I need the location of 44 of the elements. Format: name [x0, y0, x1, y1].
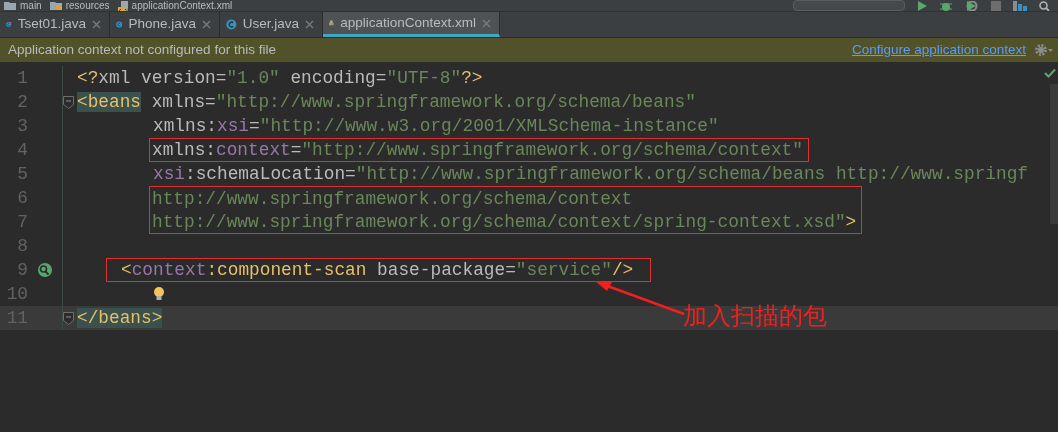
stop-icon[interactable]	[991, 0, 1001, 11]
line-number: 3	[16, 115, 28, 138]
callout-text: 加入扫描的包	[683, 301, 827, 331]
line-number: 4	[16, 139, 28, 162]
close-icon[interactable]	[482, 18, 491, 28]
lightbulb-icon[interactable]	[153, 286, 165, 302]
folder-icon	[4, 1, 16, 10]
bean-marker-icon[interactable]	[37, 262, 53, 278]
code-line: <context:component-scan base-package="service"/>	[121, 259, 634, 282]
code-line: http://www.springframework.org/schema/context/spring-context.xsd">	[152, 210, 857, 234]
fold-icon[interactable]	[63, 311, 74, 325]
class-icon	[226, 17, 237, 32]
line-number: 7	[16, 211, 28, 234]
close-icon[interactable]	[202, 20, 211, 29]
line-number: 9	[16, 259, 28, 282]
search-icon[interactable]	[1039, 0, 1050, 11]
settings-icon[interactable]	[1034, 43, 1054, 57]
code-line: <beans xmlns="http://www.springframework.org/schema/beans"	[77, 91, 696, 114]
check-icon	[1044, 68, 1056, 78]
banner-message: Application context not configured for this file	[8, 40, 277, 59]
code-line: <?xml version="1.0" encoding="UTF-8"?>	[77, 67, 483, 90]
line-number: 10	[5, 283, 28, 306]
line-number: 8	[16, 235, 28, 258]
line-number: 1	[16, 67, 28, 90]
close-icon[interactable]	[305, 20, 314, 29]
bug-icon[interactable]	[939, 0, 953, 11]
configure-link[interactable]: Configure application context	[851, 39, 1026, 61]
editor-tab[interactable]: applicationContext.xml	[323, 12, 500, 37]
coverage-icon[interactable]	[965, 0, 979, 11]
breadcrumb-item[interactable]: main	[20, 0, 42, 12]
close-icon[interactable]	[92, 20, 101, 29]
structure-icon[interactable]	[1013, 0, 1027, 11]
folder-icon	[49, 1, 62, 10]
code-line: http://www.springframework.org/schema/context	[152, 187, 633, 211]
code-line: xmlns:context="http://www.springframework.org/schema/context"	[152, 139, 803, 162]
code-line: xmlns:xsi="http://www.w3.org/2001/XMLSchema-instance"	[153, 115, 719, 138]
code-line: xsi:schemaLocation="http://www.springframework.org/schema/beans http://www.springf	[153, 163, 1028, 186]
line-number: 6	[16, 187, 28, 210]
line-number: 5	[16, 163, 28, 186]
breadcrumb-item[interactable]: resources	[65, 0, 110, 12]
line-number: 2	[16, 91, 28, 114]
breadcrumb-item[interactable]: applicationContext.xml	[131, 0, 233, 12]
fold-icon[interactable]	[63, 95, 74, 109]
run-icon[interactable]	[917, 0, 927, 11]
